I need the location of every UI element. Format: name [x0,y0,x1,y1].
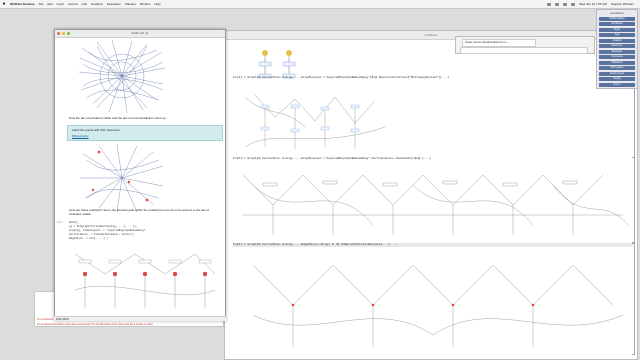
input-cell-selected[interactable]: In[6]:= Graph[#,VertexSize->Large,...,Ed… [233,243,633,247]
palette-button[interactable]: Examples [599,49,635,54]
menu-bar: ● Wolfram Desktop File Edit Insert Forma… [0,0,640,9]
palette-button[interactable]: Graph Layout [599,71,635,76]
cell-bracket[interactable] [632,243,635,355]
minimize-button[interactable] [62,32,65,35]
battery-icon[interactable] [571,2,576,6]
status-icon[interactable] [555,2,560,6]
bibliography-link[interactable]: Bibliography [72,134,89,138]
wifi-icon[interactable] [563,2,568,6]
text-cell[interactable]: How are these reached? Here's the shorte… [69,208,219,216]
close-button[interactable] [57,32,60,35]
palette-button[interactable]: NB Headers [599,66,635,70]
menu-help[interactable]: Help [154,2,160,6]
palette-button[interactable]: WolframAlpha [599,16,635,21]
menu-edit[interactable]: Edit [47,2,52,6]
front-notebook-window[interactable]: Draft-123.nb Now the law of excluded mid… [54,29,226,321]
note-text: Label the points with their theorems: [72,128,121,132]
back-notebook-window[interactable]: Untitled-4 In[4]:= Graph[#,VertexSize->L… [224,30,638,360]
input-cell[interactable]: In[4]:= Graph[#,VertexSize->Large,...,Gr… [233,76,633,80]
app-menu[interactable]: Wolfram Desktop [10,2,35,6]
menu-palettes[interactable]: Palettes [125,2,136,6]
in-label: In[ ]:= [57,221,64,224]
status-bar: Draft 100% [54,316,226,321]
palette-button[interactable]: Markdown [599,60,635,65]
menu-insert[interactable]: Insert [57,2,65,6]
palette-button[interactable]: Analysis [599,38,635,43]
shortest-path-graph [74,253,216,308]
window-titlebar: Draft-123.nb [55,30,225,38]
user-menu[interactable]: Stephen Wolfram [611,2,634,6]
menu-window[interactable]: Window [140,2,151,6]
browser-window[interactable]: Tweet: test for transformations for m... [455,36,595,54]
palette-button[interactable]: TechNotes [599,22,635,26]
menu-graphics[interactable]: Graphics [91,2,103,6]
labeled-cone-graph [80,143,164,213]
note-box: Label the points with their theorems: Bi… [67,125,223,141]
input-cell[interactable]: In[5]:= Graph[#,VertexSize->Large,...,Gr… [233,157,633,161]
multiway-graph-2 [242,174,629,235]
palette-button[interactable]: Styles [599,27,635,32]
apple-menu-icon[interactable]: ● [0,1,8,7]
address-bar[interactable] [460,47,588,54]
palette-title: Annotations [610,12,624,15]
palette-button[interactable]: Styling [599,77,635,81]
message-line: An unexpected formatted output was encou… [37,323,154,326]
cell-bracket[interactable] [632,157,635,243]
menu-evaluation[interactable]: Evaluation [107,2,121,6]
menu-format[interactable]: Format [68,2,78,6]
clock[interactable]: Wed Jan 19 7:55 AM [579,2,607,6]
menu-file[interactable]: File [39,2,44,6]
entailment-cone-graph [78,39,166,114]
palette-button[interactable]: Export [599,82,635,87]
zoom-button[interactable] [67,32,70,35]
palette-button[interactable]: Reference [599,44,635,48]
window-title: Draft-123.nb [131,31,149,35]
code-line[interactable]: EdgeStyle -> Gray, ...] ] [69,237,108,241]
annotations-palette: Annotations WolframAlpha TechNotes Style… [596,9,638,89]
status-icon[interactable] [547,2,552,6]
multiway-graph-1 [244,94,386,149]
palette-button[interactable]: Tags [599,33,635,37]
browser-tab[interactable]: Tweet: test for transformations for m... [462,39,536,47]
palette-button[interactable]: Comments [599,55,635,59]
text-cell[interactable]: Now the law of excluded middle and the l… [69,116,219,120]
multiway-graph-3 [252,264,624,347]
menu-cell[interactable]: Cell [82,2,87,6]
